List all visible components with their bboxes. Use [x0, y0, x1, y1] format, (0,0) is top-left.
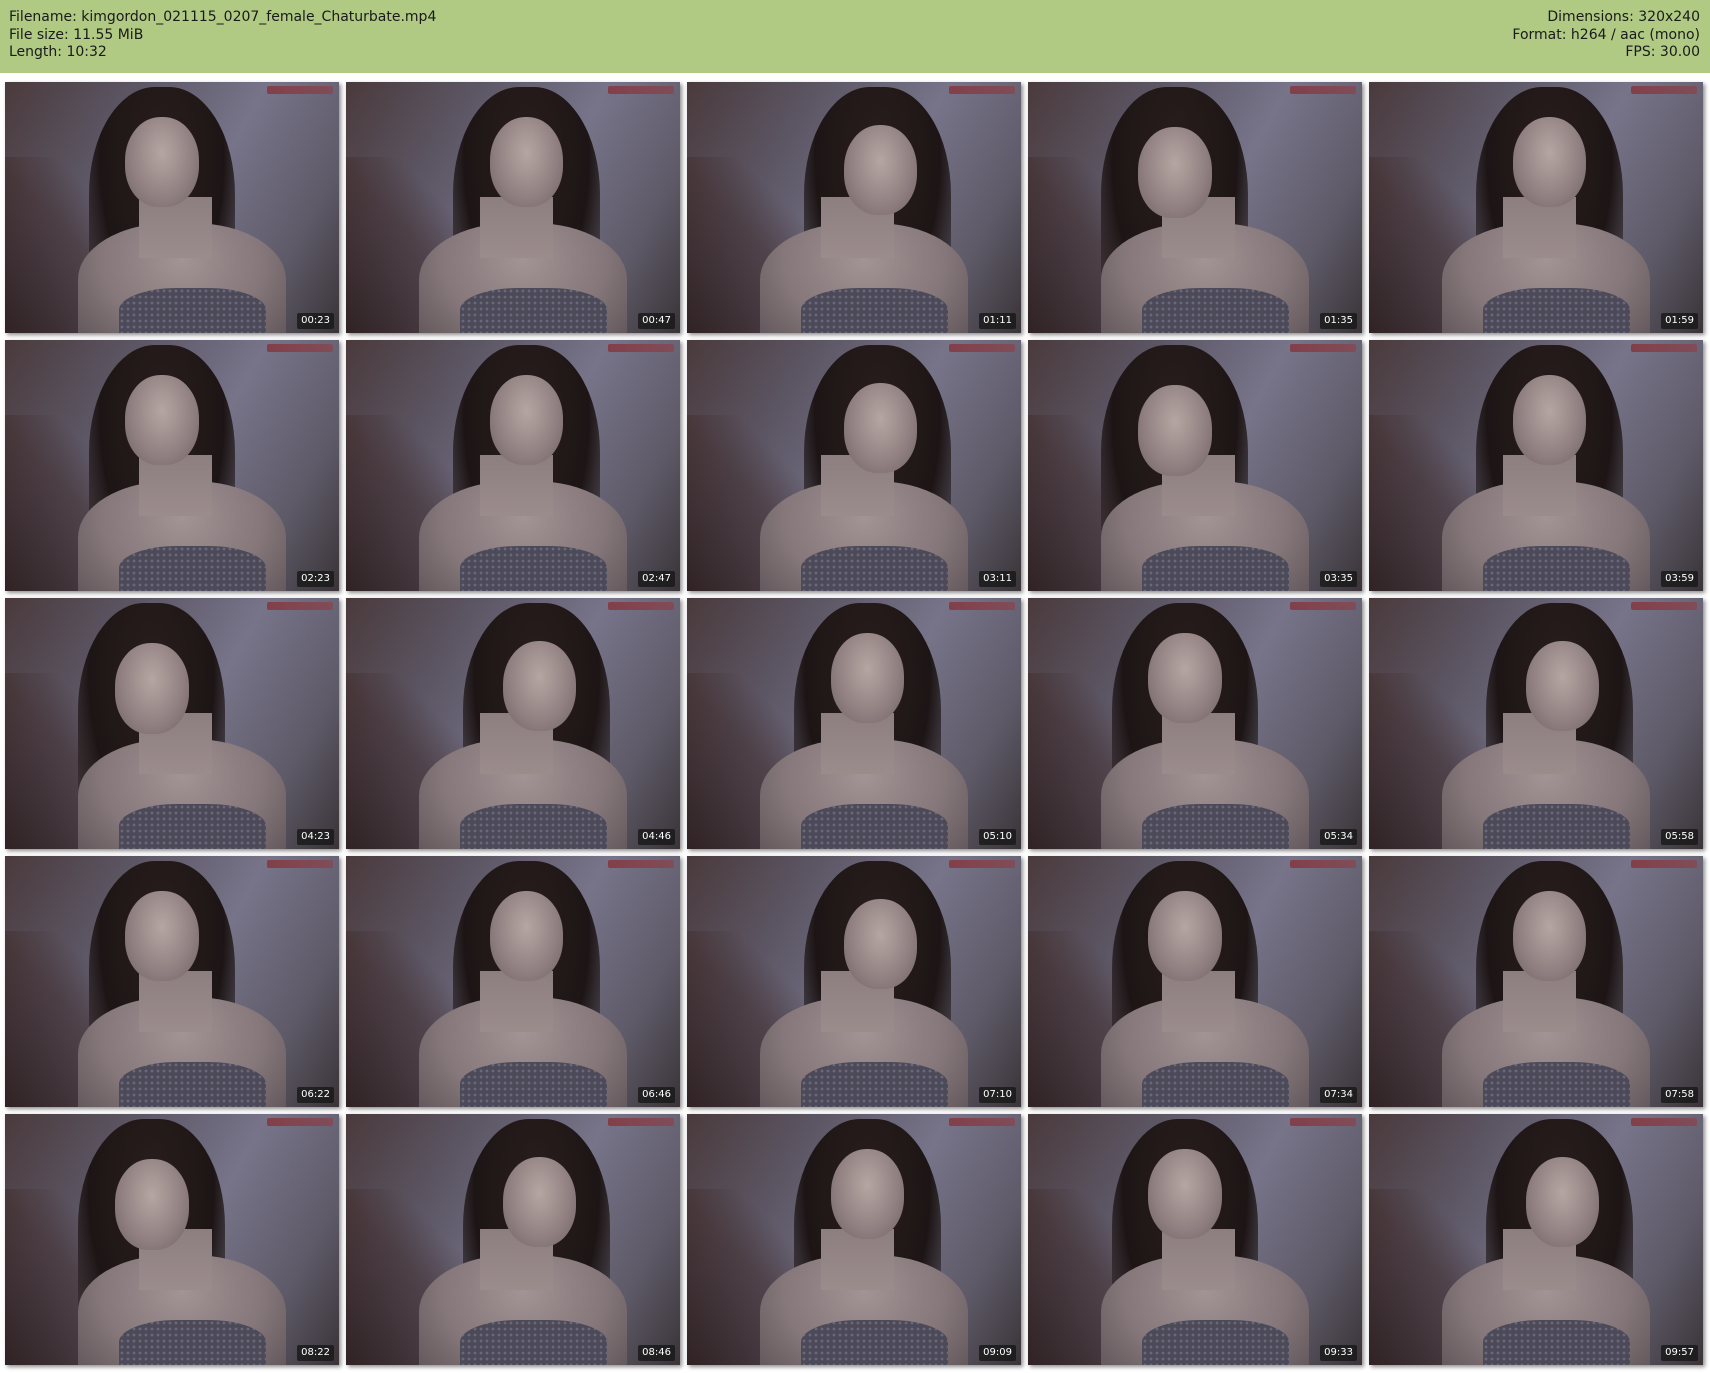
timestamp-label: 02:23	[297, 571, 334, 587]
video-thumbnail: 07:10	[687, 856, 1021, 1107]
dimensions-text: Dimensions: 320x240	[1547, 9, 1700, 25]
file-info: Filename: kimgordon_021115_0207_female_C…	[9, 9, 436, 62]
video-thumbnail: 09:33	[1028, 1114, 1362, 1365]
watermark-logo	[267, 86, 333, 94]
watermark-logo	[949, 344, 1015, 352]
watermark-logo	[267, 344, 333, 352]
length-text: Length: 10:32	[9, 44, 107, 60]
video-thumbnail: 05:34	[1028, 598, 1362, 849]
timestamp-label: 03:35	[1320, 571, 1357, 587]
filename-text: Filename: kimgordon_021115_0207_female_C…	[9, 9, 437, 25]
timestamp-label: 05:34	[1320, 829, 1357, 845]
video-thumbnail: 02:47	[346, 340, 680, 591]
video-thumbnail: 09:57	[1369, 1114, 1703, 1365]
watermark-logo	[267, 602, 333, 610]
timestamp-label: 00:23	[297, 313, 334, 329]
timestamp-label: 04:46	[638, 829, 675, 845]
video-thumbnail: 01:11	[687, 82, 1021, 333]
fps-text: FPS: 30.00	[1625, 44, 1700, 60]
watermark-logo	[267, 860, 333, 868]
video-thumbnail: 03:59	[1369, 340, 1703, 591]
watermark-logo	[949, 602, 1015, 610]
timestamp-label: 05:58	[1661, 829, 1698, 845]
watermark-logo	[949, 1118, 1015, 1126]
timestamp-label: 01:35	[1320, 313, 1357, 329]
format-text: Format: h264 / aac (mono)	[1512, 26, 1700, 43]
video-thumbnail: 03:35	[1028, 340, 1362, 591]
watermark-logo	[267, 1118, 333, 1126]
timestamp-label: 08:46	[638, 1345, 675, 1361]
watermark-logo	[1631, 344, 1697, 352]
timestamp-label: 05:10	[979, 829, 1016, 845]
watermark-logo	[1290, 860, 1356, 868]
timestamp-label: 04:23	[297, 829, 334, 845]
watermark-logo	[949, 86, 1015, 94]
stream-info: Dimensions: 320x240 Format: h264 / aac (…	[1512, 9, 1700, 62]
filesize-text: File size: 11.55 MiB	[9, 26, 144, 43]
video-thumbnail: 07:34	[1028, 856, 1362, 1107]
watermark-logo	[608, 344, 674, 352]
video-thumbnail: 04:23	[5, 598, 339, 849]
timestamp-label: 09:09	[979, 1345, 1016, 1361]
timestamp-label: 07:34	[1320, 1087, 1357, 1103]
watermark-logo	[1290, 344, 1356, 352]
video-thumbnail: 00:47	[346, 82, 680, 333]
watermark-logo	[608, 86, 674, 94]
watermark-logo	[1290, 86, 1356, 94]
watermark-logo	[1631, 602, 1697, 610]
video-thumbnail: 09:09	[687, 1114, 1021, 1365]
video-thumbnail: 08:22	[5, 1114, 339, 1365]
video-thumbnail: 05:58	[1369, 598, 1703, 849]
watermark-logo	[608, 602, 674, 610]
video-thumbnail: 04:46	[346, 598, 680, 849]
timestamp-label: 07:58	[1661, 1087, 1698, 1103]
timestamp-label: 06:46	[638, 1087, 675, 1103]
thumbnail-grid: 00:23 00:47 01:11 01:35 01:59 02:23 02:47 03:11…	[5, 82, 1703, 1365]
watermark-logo	[1631, 1118, 1697, 1126]
watermark-logo	[1290, 1118, 1356, 1126]
timestamp-label: 01:59	[1661, 313, 1698, 329]
timestamp-label: 09:57	[1661, 1345, 1698, 1361]
timestamp-label: 03:59	[1661, 571, 1698, 587]
video-thumbnail: 07:58	[1369, 856, 1703, 1107]
timestamp-label: 09:33	[1320, 1345, 1357, 1361]
video-thumbnail: 06:46	[346, 856, 680, 1107]
video-thumbnail: 02:23	[5, 340, 339, 591]
timestamp-label: 02:47	[638, 571, 675, 587]
video-thumbnail: 08:46	[346, 1114, 680, 1365]
timestamp-label: 08:22	[297, 1345, 334, 1361]
timestamp-label: 01:11	[979, 313, 1016, 329]
video-thumbnail: 03:11	[687, 340, 1021, 591]
watermark-logo	[1631, 86, 1697, 94]
watermark-logo	[949, 860, 1015, 868]
video-thumbnail: 00:23	[5, 82, 339, 333]
video-thumbnail: 01:35	[1028, 82, 1362, 333]
video-thumbnail: 05:10	[687, 598, 1021, 849]
video-thumbnail: 06:22	[5, 856, 339, 1107]
timestamp-label: 03:11	[979, 571, 1016, 587]
timestamp-label: 07:10	[979, 1087, 1016, 1103]
watermark-logo	[1631, 860, 1697, 868]
timestamp-label: 06:22	[297, 1087, 334, 1103]
watermark-logo	[608, 860, 674, 868]
watermark-logo	[1290, 602, 1356, 610]
watermark-logo	[608, 1118, 674, 1126]
timestamp-label: 00:47	[638, 313, 675, 329]
video-thumbnail: 01:59	[1369, 82, 1703, 333]
info-header: Filename: kimgordon_021115_0207_female_C…	[0, 0, 1710, 73]
